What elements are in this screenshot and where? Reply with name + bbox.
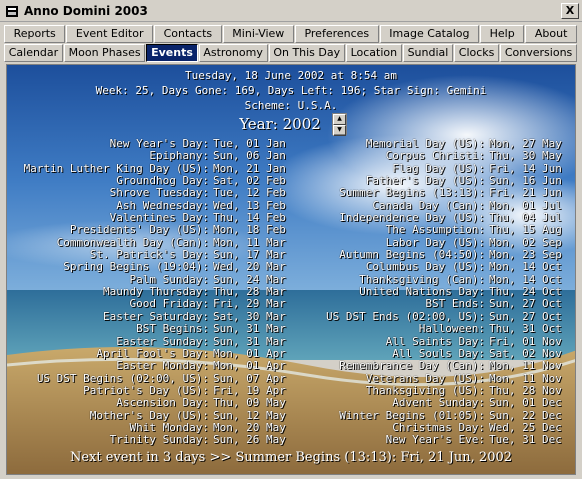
event-row: Good Friday: Fri, 29 Mar <box>11 297 287 311</box>
tab-about[interactable]: About <box>525 25 577 43</box>
event-date: Tue, 12 Feb <box>213 186 286 200</box>
tab-preferences[interactable]: Preferences <box>294 25 379 43</box>
event-name: Trinity Sunday: <box>109 433 209 447</box>
events-panel: Tuesday, 18 June 2002 at 8:54 am Week: 2… <box>6 64 576 475</box>
event-name: Corpus Christi: <box>385 149 485 163</box>
event-row: Presidents' Day (US): Mon, 18 Feb <box>11 223 287 237</box>
event-date: Sun, 27 Oct <box>489 297 562 311</box>
event-row: BST Ends: Sun, 27 Oct <box>293 297 573 311</box>
tab-help[interactable]: Help <box>480 25 525 43</box>
tab-clocks[interactable]: Clocks <box>454 44 500 62</box>
event-name: Easter Sunday: <box>116 334 209 348</box>
event-row: Easter Monday: Mon, 01 Apr <box>11 359 287 373</box>
event-row: Halloween: Thu, 31 Oct <box>293 322 573 336</box>
event-name: Summer Begins (13:13): <box>339 186 485 200</box>
tab-astronomy[interactable]: Astronomy <box>198 44 268 62</box>
year-label: Year: 2002 <box>239 115 321 133</box>
event-row: The Assumption: Thu, 15 Aug <box>293 223 573 237</box>
event-name: Remembrance Day (Can): <box>339 359 485 373</box>
app-icon <box>6 6 18 17</box>
events-list-right: Memorial Day (US): Mon, 27 May Corpus Chri… <box>293 137 573 447</box>
event-row: Easter Sunday: Sun, 31 Mar <box>11 334 287 348</box>
tab-moon-phases[interactable]: Moon Phases <box>63 44 146 62</box>
event-name: Shrove Tuesday: <box>109 186 209 200</box>
event-date: Sun, 31 Mar <box>213 334 286 348</box>
event-name: New Year's Eve: <box>385 433 485 447</box>
tab-on-this-day[interactable]: On This Day <box>268 44 345 62</box>
event-name: Spring Begins (19:04): <box>63 260 209 274</box>
week-info: Week: 25, Days Gone: 169, Days Left: 196… <box>95 84 487 97</box>
event-date: Mon, 18 Feb <box>213 223 286 237</box>
tab-reports[interactable]: Reports <box>4 25 66 43</box>
event-name: All Saints Day: <box>385 334 485 348</box>
event-date: Thu, 09 May <box>213 396 286 410</box>
event-row: Epiphany: Sun, 06 Jan <box>11 149 287 163</box>
event-date: Sun, 01 Dec <box>489 396 562 410</box>
event-row: Trinity Sunday: Sun, 26 May <box>11 433 287 447</box>
current-datetime: Tuesday, 18 June 2002 at 8:54 am <box>185 69 397 82</box>
event-name: Advent Sunday: <box>392 396 485 410</box>
title-bar: Anno Domini 2003 X <box>0 0 582 22</box>
window-title: Anno Domini 2003 <box>24 4 148 18</box>
event-name: Halloween: <box>418 322 485 336</box>
arrow-down-icon[interactable]: ▼ <box>333 125 346 136</box>
tab-event-editor[interactable]: Event Editor <box>66 25 154 43</box>
events-list-left: New Year's Day: Tue, 01 Jan Epiphany: Sun, … <box>11 137 287 447</box>
event-name: Presidents' Day (US): <box>69 223 209 237</box>
tab-sundial[interactable]: Sundial <box>402 44 454 62</box>
event-name: Good Friday: <box>129 297 209 311</box>
event-name: The Assumption: <box>385 223 485 237</box>
event-date: Mon, 01 Apr <box>213 359 286 373</box>
tab-row-bottom: Calendar Moon Phases Events Astronomy On Thi… <box>4 44 578 63</box>
event-date: Sun, 26 May <box>213 433 286 447</box>
event-row: Shrove Tuesday: Tue, 12 Feb <box>11 186 287 200</box>
event-row: Remembrance Day (Can): Mon, 11 Nov <box>293 359 573 373</box>
event-date: Fri, 29 Mar <box>213 297 286 311</box>
event-date: Thu, 15 Aug <box>489 223 562 237</box>
tab-conversions[interactable]: Conversions <box>500 44 578 62</box>
event-date: Thu, 30 May <box>489 149 562 163</box>
event-row: Corpus Christi: Thu, 30 May <box>293 149 573 163</box>
year-display: Year: 2002 <box>7 115 575 133</box>
event-row: Spring Begins (19:04): Wed, 20 Mar <box>11 260 287 274</box>
close-button[interactable]: X <box>561 3 579 19</box>
tab-mini-view[interactable]: Mini-View <box>222 25 294 43</box>
year-spinner[interactable]: ▲ ▼ <box>332 113 347 136</box>
event-name: Easter Monday: <box>116 359 209 373</box>
event-name: BST Ends: <box>425 297 485 311</box>
event-date: Sun, 31 Mar <box>213 322 286 336</box>
tab-row-top: Reports Event Editor Contacts Mini-View Pref… <box>4 25 578 44</box>
event-date: Mon, 14 Oct <box>489 260 562 274</box>
event-date: Mon, 11 Nov <box>489 359 562 373</box>
scheme-label: Scheme: U.S.A. <box>244 99 338 112</box>
event-row: New Year's Eve: Tue, 31 Dec <box>293 433 573 447</box>
tab-location[interactable]: Location <box>345 44 402 62</box>
tab-calendar[interactable]: Calendar <box>4 44 63 62</box>
event-row: Advent Sunday: Sun, 01 Dec <box>293 396 573 410</box>
event-date: Sun, 06 Jan <box>213 149 286 163</box>
tab-events[interactable]: Events <box>146 44 198 62</box>
event-date: Wed, 20 Mar <box>213 260 286 274</box>
tab-contacts[interactable]: Contacts <box>154 25 222 43</box>
event-date: Fri, 21 Jun <box>489 186 562 200</box>
event-date: Thu, 31 Oct <box>489 322 562 336</box>
event-row: All Saints Day: Fri, 01 Nov <box>293 334 573 348</box>
event-date: Fri, 01 Nov <box>489 334 562 348</box>
event-row: Columbus Day (US): Mon, 14 Oct <box>293 260 573 274</box>
event-name: Epiphany: <box>149 149 209 163</box>
event-row: Summer Begins (13:13): Fri, 21 Jun <box>293 186 573 200</box>
event-name: BST Begins: <box>136 322 209 336</box>
event-row: Ascension Day: Thu, 09 May <box>11 396 287 410</box>
event-row: BST Begins: Sun, 31 Mar <box>11 322 287 336</box>
next-event-banner: Next event in 3 days >> Summer Begins (1… <box>69 450 513 465</box>
tab-image-catalog[interactable]: Image Catalog <box>379 25 480 43</box>
event-name: Ascension Day: <box>116 396 209 410</box>
event-name: Columbus Day (US): <box>365 260 485 274</box>
arrow-up-icon[interactable]: ▲ <box>333 114 346 125</box>
event-date: Tue, 31 Dec <box>489 433 562 447</box>
